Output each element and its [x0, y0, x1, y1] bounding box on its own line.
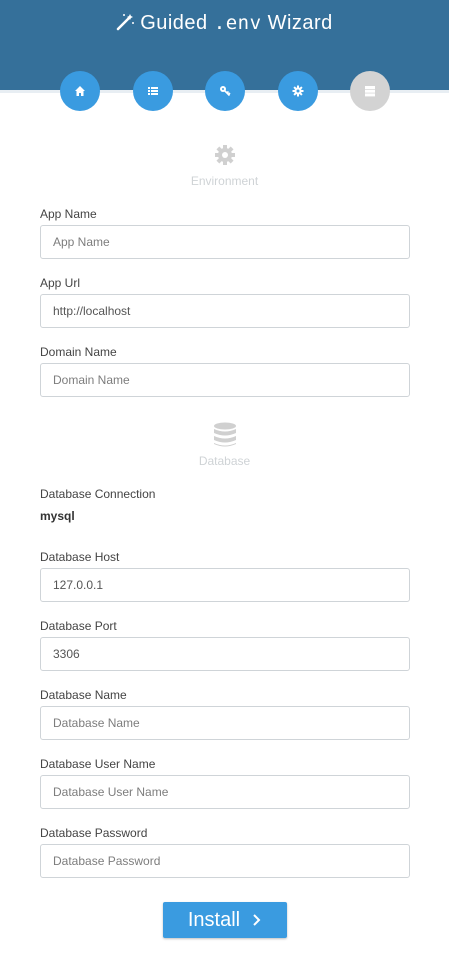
list-icon: [148, 87, 158, 95]
app-url-input[interactable]: [40, 294, 410, 328]
step-permissions[interactable]: [205, 71, 245, 111]
db-host-input[interactable]: [40, 568, 410, 602]
step-requirements[interactable]: [133, 71, 173, 111]
gear-icon: [292, 85, 304, 97]
db-name-input[interactable]: [40, 706, 410, 740]
db-user-label: Database User Name: [40, 757, 156, 771]
chevron-right-icon: [253, 914, 261, 926]
db-connection-label: Database Connection: [40, 487, 156, 501]
db-password-label: Database Password: [40, 826, 148, 840]
database-icon: [213, 422, 236, 447]
db-connection-value: mysql: [40, 509, 75, 523]
app-name-label: App Name: [40, 207, 97, 221]
install-button-label: Install: [187, 908, 241, 931]
install-button[interactable]: Install: [163, 902, 287, 938]
step-final[interactable]: [350, 71, 390, 111]
step-home[interactable]: [60, 71, 100, 111]
db-host-label: Database Host: [40, 550, 120, 564]
app-name-input[interactable]: [40, 225, 410, 259]
wizard-steps: [0, 71, 449, 111]
db-port-label: Database Port: [40, 619, 117, 633]
server-icon: [365, 86, 375, 97]
app-url-label: App Url: [40, 276, 81, 290]
db-name-label: Database Name: [40, 688, 127, 702]
database-section-label: Database: [198, 454, 251, 468]
title-wizard: Wizard: [267, 12, 333, 34]
step-environment[interactable]: [278, 71, 318, 111]
page-title: Guided .env Wizard: [0, 12, 449, 37]
domain-name-label: Domain Name: [40, 345, 117, 359]
gear-icon: [214, 145, 235, 165]
magic-wand-icon: [116, 13, 135, 37]
domain-name-input[interactable]: [40, 363, 410, 397]
title-guided: Guided: [140, 12, 208, 34]
db-password-input[interactable]: [40, 844, 410, 878]
db-user-input[interactable]: [40, 775, 410, 809]
home-icon: [75, 86, 85, 96]
title-env: .env: [213, 12, 262, 34]
environment-section-label: Environment: [190, 174, 259, 188]
db-port-input[interactable]: [40, 637, 410, 671]
environment-section-icon-wrap: [0, 144, 449, 171]
key-icon: [220, 86, 231, 97]
database-section-icon-wrap: [0, 422, 449, 453]
